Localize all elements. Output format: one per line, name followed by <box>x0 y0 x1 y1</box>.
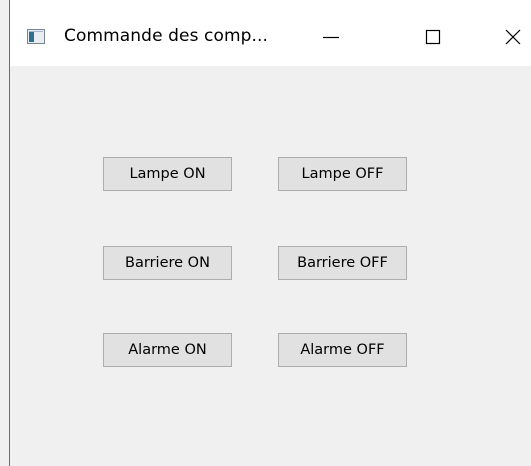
lampe-on-button[interactable]: Lampe ON <box>103 157 232 191</box>
lampe-off-button[interactable]: Lampe OFF <box>278 157 407 191</box>
alarme-on-button[interactable]: Alarme ON <box>103 333 232 367</box>
maximize-icon <box>425 29 441 45</box>
maximize-button[interactable] <box>410 16 456 58</box>
window-left-border <box>9 0 10 466</box>
barriere-off-button[interactable]: Barriere OFF <box>278 246 407 280</box>
barriere-on-button[interactable]: Barriere ON <box>103 246 232 280</box>
minimize-button[interactable] <box>308 16 354 58</box>
title-bar[interactable]: Commande des comp... <box>10 0 531 66</box>
window-title: Commande des comp... <box>64 26 269 46</box>
minimize-icon <box>323 36 339 39</box>
close-icon <box>505 29 521 45</box>
alarme-off-button[interactable]: Alarme OFF <box>278 333 407 367</box>
close-button[interactable] <box>490 16 531 58</box>
app-window: Commande des comp... Lampe ON Lampe OFF … <box>0 0 531 466</box>
app-window-icon[interactable] <box>27 29 45 44</box>
